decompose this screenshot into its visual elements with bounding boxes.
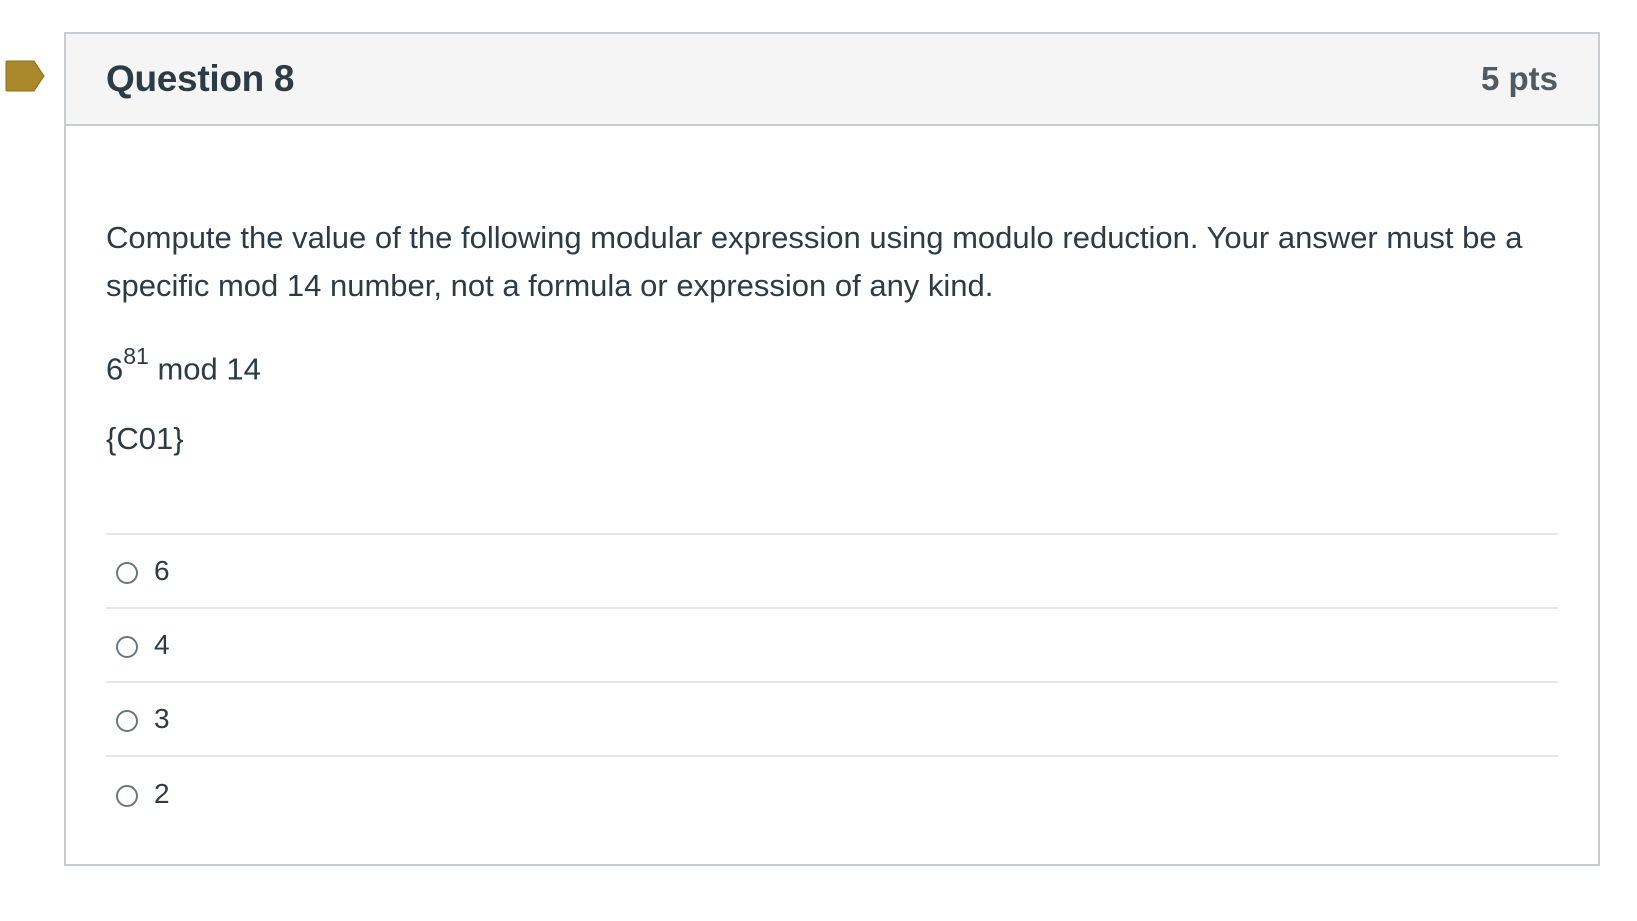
question-body: Compute the value of the following modul…: [66, 126, 1598, 831]
answer-option[interactable]: 2: [106, 757, 1558, 831]
answer-placeholder: {C01}: [106, 421, 184, 457]
question-points: 5 pts: [1480, 60, 1558, 97]
answer-label: 4: [154, 629, 170, 661]
modular-expression: 681 mod 14: [106, 336, 1558, 393]
radio-button-icon[interactable]: [116, 785, 138, 808]
bookmark-flag-icon[interactable]: [5, 60, 45, 92]
answer-option[interactable]: 4: [106, 609, 1558, 684]
question-text: Compute the value of the following modul…: [106, 220, 1523, 303]
answer-label: 2: [154, 778, 170, 810]
radio-button-icon[interactable]: [116, 710, 138, 733]
radio-button-icon[interactable]: [116, 636, 138, 659]
question-title: Question 8: [106, 58, 295, 99]
answer-label: 6: [154, 555, 170, 587]
question-card: Question 8 5 pts Compute the value of th…: [64, 32, 1600, 866]
expression-exponent: 81: [123, 343, 149, 369]
answer-list: 6 4 3 2: [106, 533, 1558, 831]
expression-base: 6: [106, 351, 124, 387]
question-header: Question 8 5 pts: [66, 34, 1598, 126]
expression-suffix: mod 14: [148, 351, 261, 387]
radio-button-icon[interactable]: [116, 562, 138, 585]
answer-option[interactable]: 3: [106, 683, 1558, 758]
answer-label: 3: [154, 703, 170, 735]
answer-option[interactable]: 6: [106, 535, 1558, 610]
